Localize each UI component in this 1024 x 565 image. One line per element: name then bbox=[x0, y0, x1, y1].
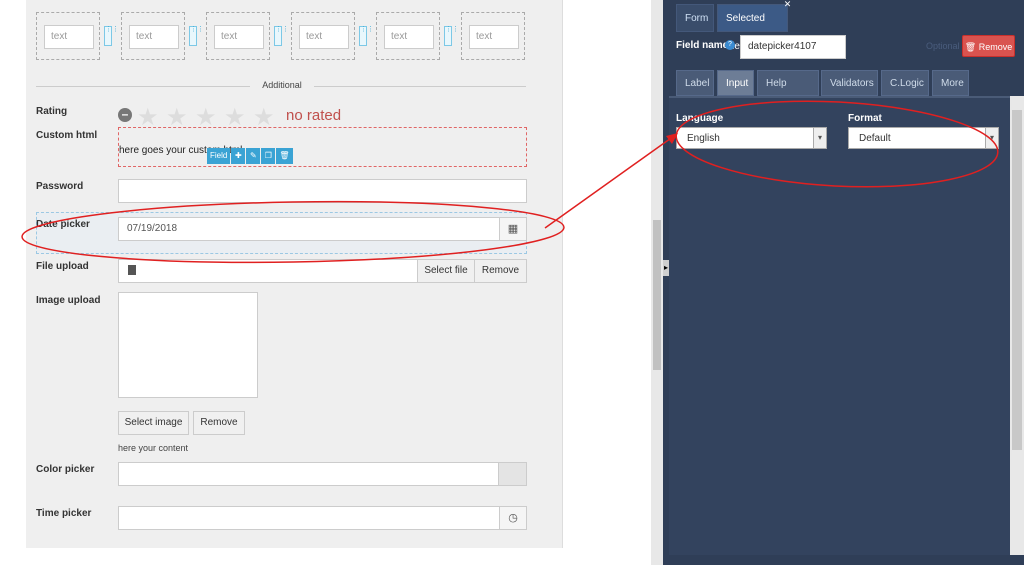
info-icon[interactable]: ? bbox=[725, 40, 735, 50]
language-value: English bbox=[687, 133, 720, 144]
calendar-icon[interactable]: ▦ bbox=[499, 217, 527, 241]
canvas-footer bbox=[0, 548, 651, 565]
edit-icon[interactable]: ✎ bbox=[246, 148, 261, 164]
file-icon bbox=[128, 265, 136, 275]
field-name-label: Field name bbox=[676, 40, 729, 51]
format-select[interactable]: Default ▾ bbox=[848, 127, 999, 149]
remove-file-button[interactable]: Remove bbox=[474, 259, 527, 283]
text-field-box[interactable]: text bbox=[206, 12, 270, 60]
color-picker-input[interactable] bbox=[118, 462, 499, 486]
date-picker-label: Date picker bbox=[36, 219, 90, 230]
field-toolbar-label: Field bbox=[207, 148, 231, 164]
tab-label[interactable]: Label bbox=[676, 70, 714, 96]
clock-icon[interactable]: ◷ bbox=[499, 506, 527, 530]
format-value: Default bbox=[859, 133, 891, 144]
password-label: Password bbox=[36, 181, 84, 192]
color-picker-label: Color picker bbox=[36, 464, 95, 475]
time-picker-label: Time picker bbox=[36, 508, 92, 519]
remove-label: Remove bbox=[978, 42, 1013, 52]
text-input[interactable]: text bbox=[214, 25, 264, 49]
tab-clogic[interactable]: C.Logic bbox=[881, 70, 929, 96]
rating-status: no rated bbox=[286, 107, 342, 124]
color-swatch[interactable] bbox=[498, 462, 527, 486]
text-field-box[interactable]: text bbox=[36, 12, 100, 60]
select-image-button[interactable]: Select image bbox=[118, 411, 189, 435]
section-divider bbox=[314, 86, 526, 87]
trash-icon: 🗑 bbox=[964, 42, 979, 52]
section-divider bbox=[36, 86, 250, 87]
image-upload-label: Image upload bbox=[36, 295, 101, 306]
image-upload-note: here your content bbox=[118, 443, 189, 453]
language-select[interactable]: English ▾ bbox=[676, 127, 827, 149]
format-label: Format bbox=[848, 113, 882, 124]
text-input[interactable]: text bbox=[469, 25, 519, 49]
chevron-down-icon: ▾ bbox=[985, 128, 998, 148]
drag-grip-icon[interactable]: ⋮⋮ bbox=[359, 26, 374, 46]
canvas-scrollbar-thumb[interactable] bbox=[653, 220, 661, 370]
tab-input[interactable]: Input bbox=[717, 70, 754, 96]
tab-more[interactable]: More bbox=[932, 70, 969, 96]
field-name-input[interactable]: datepicker4107 bbox=[740, 35, 846, 59]
text-input[interactable]: text bbox=[299, 25, 349, 49]
time-picker-input[interactable] bbox=[118, 506, 500, 530]
tab-form[interactable]: Form bbox=[676, 4, 714, 32]
drag-grip-icon[interactable]: ⋮⋮ bbox=[274, 26, 289, 46]
text-field-box[interactable]: text bbox=[376, 12, 440, 60]
chevron-down-icon: ▾ bbox=[813, 128, 826, 148]
rating-label: Rating bbox=[36, 106, 68, 117]
close-icon[interactable]: ✕ bbox=[783, 0, 792, 9]
tab-selected-field[interactable]: Selected Field bbox=[717, 4, 788, 52]
tab-help-block[interactable]: Help Block bbox=[757, 70, 819, 115]
panel-content bbox=[669, 96, 1010, 555]
remove-image-button[interactable]: Remove bbox=[193, 411, 245, 435]
panel-scrollbar-thumb[interactable] bbox=[1012, 110, 1022, 450]
rating-clear-icon[interactable]: – bbox=[118, 108, 132, 122]
select-file-button[interactable]: Select file bbox=[417, 259, 475, 283]
text-input[interactable]: text bbox=[44, 25, 94, 49]
text-field-box[interactable]: text bbox=[121, 12, 185, 60]
password-input[interactable] bbox=[118, 179, 527, 203]
optional-label: Optional bbox=[926, 41, 960, 51]
tab-validators[interactable]: Validators bbox=[821, 70, 878, 96]
language-label: Language bbox=[676, 113, 724, 124]
drag-grip-icon[interactable]: ⋮⋮ bbox=[189, 26, 204, 46]
text-field-box[interactable]: text bbox=[461, 12, 525, 60]
text-input[interactable]: text bbox=[384, 25, 434, 49]
section-title: Additional bbox=[262, 80, 302, 90]
drag-grip-icon[interactable]: ⋮⋮ bbox=[444, 26, 459, 46]
custom-html-label: Custom html bbox=[36, 130, 98, 141]
field-toolbar: Field ✚ ✎ ❐ 🗑 bbox=[207, 148, 293, 164]
copy-icon[interactable]: ❐ bbox=[261, 148, 276, 164]
trash-icon[interactable]: 🗑 bbox=[276, 148, 293, 164]
move-icon[interactable]: ✚ bbox=[231, 148, 246, 164]
text-field-box[interactable]: text bbox=[291, 12, 355, 60]
date-picker-input[interactable]: 07/19/2018 bbox=[118, 217, 500, 241]
file-upload-label: File upload bbox=[36, 261, 89, 272]
text-input[interactable]: text bbox=[129, 25, 179, 49]
file-upload-field[interactable] bbox=[118, 259, 418, 283]
panel-footer bbox=[669, 555, 1024, 565]
remove-field-button[interactable]: 🗑 Remove bbox=[962, 35, 1015, 57]
drag-grip-icon[interactable]: ⋮⋮ bbox=[104, 26, 119, 46]
image-preview bbox=[118, 292, 258, 398]
